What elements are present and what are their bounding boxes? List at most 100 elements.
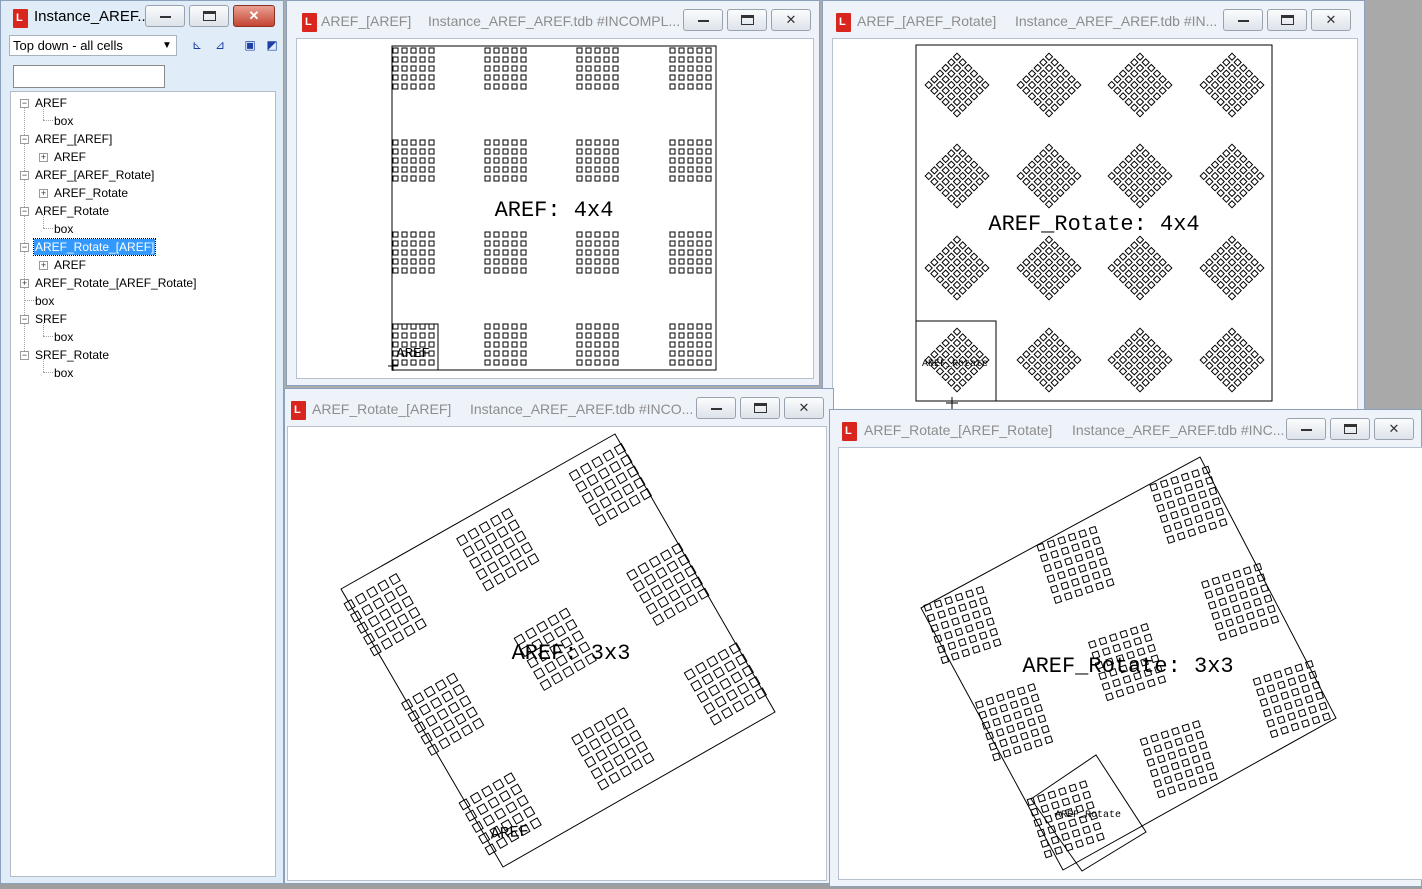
tree-node-sref[interactable]: SREF (34, 311, 68, 327)
tree-node-sref-rotate-box[interactable]: box (53, 365, 74, 381)
title-bar[interactable]: AREF_[AREF_Rotate] Instance_AREF_AREF.td… (823, 1, 1364, 32)
maximize-button[interactable] (740, 397, 780, 419)
collapse-minus-icon[interactable]: − (20, 99, 29, 108)
tree-node-aref[interactable]: AREF (34, 95, 68, 111)
open-cell-icon[interactable]: ▣ (242, 37, 258, 53)
array-element (1033, 63, 1042, 73)
hierarchy-up-icon[interactable]: ⊿ (212, 37, 228, 53)
window-file-name: Instance_AREF_AREF.tdb #INCOMPL... (428, 13, 681, 29)
collapse-minus-icon[interactable]: − (20, 135, 29, 144)
array-element (562, 665, 575, 678)
collapse-minus-icon[interactable]: − (20, 351, 29, 360)
tree-node-aref-aref-rotate[interactable]: AREF_[AREF_Rotate] (34, 167, 155, 183)
array-element (1164, 171, 1173, 181)
array-element (1039, 344, 1048, 353)
tree-node-aref-aref[interactable]: AREF_[AREF] (34, 131, 113, 147)
array-element (502, 267, 509, 274)
array-element (1244, 263, 1254, 273)
title-bar[interactable]: AREF_Rotate_[AREF] Instance_AREF_AREF.td… (285, 389, 833, 420)
layout-canvas[interactable]: AREF: 4x4 AREF (296, 38, 814, 379)
expand-plus-icon[interactable]: + (39, 261, 48, 270)
array-element (502, 350, 509, 357)
tree-node-sref-rotate[interactable]: SREF_Rotate (34, 347, 110, 363)
array-element (576, 83, 583, 90)
collapse-minus-icon[interactable]: − (20, 207, 29, 216)
title-bar[interactable]: Instance_AREF... ✕ (1, 1, 283, 31)
layout-canvas[interactable]: AREF: 3x3 AREF (287, 426, 827, 881)
expand-plus-icon[interactable]: + (39, 189, 48, 198)
tree-node-aref-rotate-box[interactable]: box (53, 221, 74, 237)
collapse-minus-icon[interactable]: − (20, 315, 29, 324)
array-element (410, 148, 417, 155)
tree-node-aref-aref-rotate-child[interactable]: AREF_Rotate (53, 185, 129, 201)
array-label: AREF_Rotate: 3x3 (1022, 654, 1233, 679)
tree-node-aref-rotate-aref-rotate[interactable]: AREF_Rotate_[AREF_Rotate] (34, 275, 197, 291)
tree-node-aref-rotate-aref-child[interactable]: AREF (53, 257, 87, 273)
array-element (576, 56, 583, 63)
array-instance (924, 235, 990, 301)
title-bar[interactable]: AREF_[AREF] Instance_AREF_AREF.tdb #INCO… (287, 1, 819, 32)
minimize-button[interactable] (145, 5, 185, 27)
array-element (425, 714, 438, 727)
tree-node-aref-rotate-aref-selected[interactable]: AREF_Rotate_[AREF] (32, 238, 157, 256)
tree-node-box[interactable]: box (34, 293, 55, 309)
array-element (969, 80, 979, 90)
cell-filter-dropdown[interactable]: Top down - all cells ▼ (9, 35, 177, 56)
array-element (1147, 361, 1156, 370)
open-layout-icon[interactable]: ◩ (264, 37, 280, 53)
array-element (603, 74, 610, 81)
tree-node-sref-box[interactable]: box (53, 329, 74, 345)
array-element (576, 65, 583, 72)
array-element (1056, 75, 1065, 84)
array-element (1216, 338, 1225, 348)
array-element (1210, 160, 1220, 169)
maximize-button[interactable] (189, 5, 229, 27)
array-element (952, 338, 962, 348)
array-element (678, 350, 685, 357)
layout-canvas[interactable]: AREF_Rotate: 3x3 AREF_Rotate (838, 447, 1422, 880)
title-bar[interactable]: AREF_Rotate_[AREF_Rotate] Instance_AREF_… (830, 410, 1421, 441)
minimize-button[interactable] (1223, 9, 1263, 31)
array-element (502, 323, 509, 330)
collapse-minus-icon[interactable]: − (20, 171, 29, 180)
collapse-minus-icon[interactable]: − (20, 243, 29, 252)
array-element (1150, 733, 1159, 743)
array-element (975, 166, 984, 175)
hierarchy-down-icon[interactable]: ⊾ (189, 37, 205, 53)
array-element (501, 508, 514, 521)
close-button[interactable]: ✕ (784, 397, 824, 419)
array-element (1266, 718, 1276, 728)
array-element (1210, 80, 1220, 90)
tree-node-aref-aref-child[interactable]: AREF (53, 149, 87, 165)
close-button[interactable]: ✕ (1311, 9, 1351, 31)
expand-plus-icon[interactable]: + (20, 279, 29, 288)
close-button[interactable]: ✕ (233, 5, 275, 27)
array-element (585, 249, 592, 256)
array-element (1146, 678, 1156, 688)
minimize-button[interactable] (683, 9, 723, 31)
array-element (678, 148, 685, 155)
minimize-button[interactable] (696, 397, 736, 419)
close-button[interactable]: ✕ (1374, 418, 1414, 440)
maximize-button[interactable] (727, 9, 767, 31)
array-element (1009, 700, 1019, 710)
search-input[interactable] (13, 65, 165, 88)
maximize-button[interactable] (1330, 418, 1370, 440)
close-button[interactable]: ✕ (771, 9, 811, 31)
array-element (1050, 80, 1059, 90)
array-element (1266, 604, 1276, 614)
expand-plus-icon[interactable]: + (39, 153, 48, 162)
window-file-name: Instance_AREF_AREF.tdb #INCO... (470, 401, 694, 417)
array-element (678, 332, 685, 339)
minimize-button[interactable] (1286, 418, 1326, 440)
maximize-button[interactable] (1267, 9, 1307, 31)
array-element (1152, 69, 1162, 78)
array-element (1227, 361, 1237, 370)
array-element (1056, 246, 1065, 256)
tree-node-aref-box[interactable]: box (53, 113, 74, 129)
array-element (705, 157, 712, 164)
layout-canvas[interactable]: AREF_Rotate: 4x4 AREF_Rotate (832, 38, 1358, 411)
array-element (493, 341, 500, 348)
tree-node-aref-rotate[interactable]: AREF_Rotate (34, 203, 110, 219)
array-element (410, 166, 417, 173)
